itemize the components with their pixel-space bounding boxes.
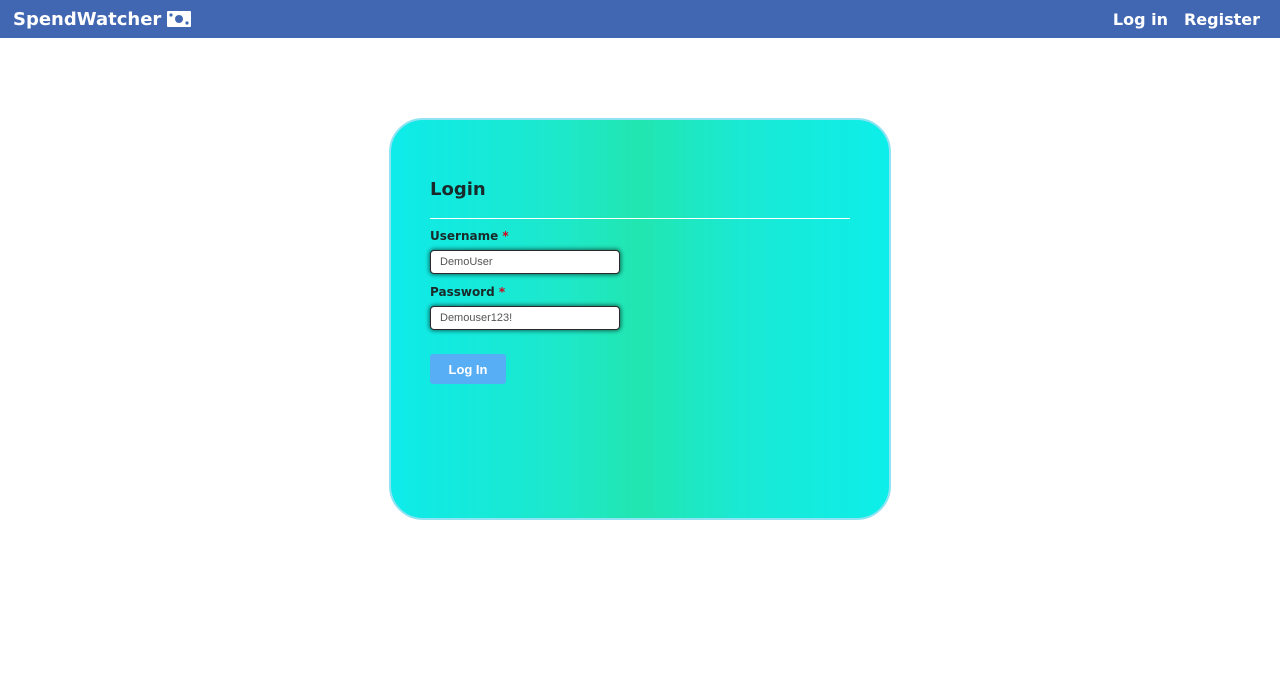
password-label-text: Password bbox=[430, 285, 495, 299]
brand-link[interactable]: SpendWatcher bbox=[13, 0, 192, 38]
top-navbar: SpendWatcher Log in Register bbox=[0, 0, 1280, 38]
form-title: Login bbox=[430, 179, 486, 200]
login-submit-button[interactable]: Log In bbox=[430, 354, 506, 384]
password-label: Password * bbox=[430, 284, 850, 300]
nav-login-link[interactable]: Log in bbox=[1113, 10, 1168, 29]
username-input[interactable] bbox=[430, 250, 620, 274]
username-required-marker: * bbox=[502, 229, 509, 243]
title-divider bbox=[430, 218, 850, 219]
money-bill-icon bbox=[167, 11, 192, 27]
login-card: Login Username * Password * Log In bbox=[389, 118, 891, 520]
nav-links: Log in Register bbox=[1097, 0, 1260, 38]
password-input[interactable] bbox=[430, 306, 620, 330]
username-label-text: Username bbox=[430, 229, 499, 243]
nav-register-link[interactable]: Register bbox=[1184, 10, 1260, 29]
brand-name: SpendWatcher bbox=[13, 8, 162, 30]
password-required-marker: * bbox=[498, 285, 506, 299]
login-form: Login Username * Password * Log In bbox=[430, 176, 850, 384]
username-label: Username * bbox=[430, 228, 850, 244]
